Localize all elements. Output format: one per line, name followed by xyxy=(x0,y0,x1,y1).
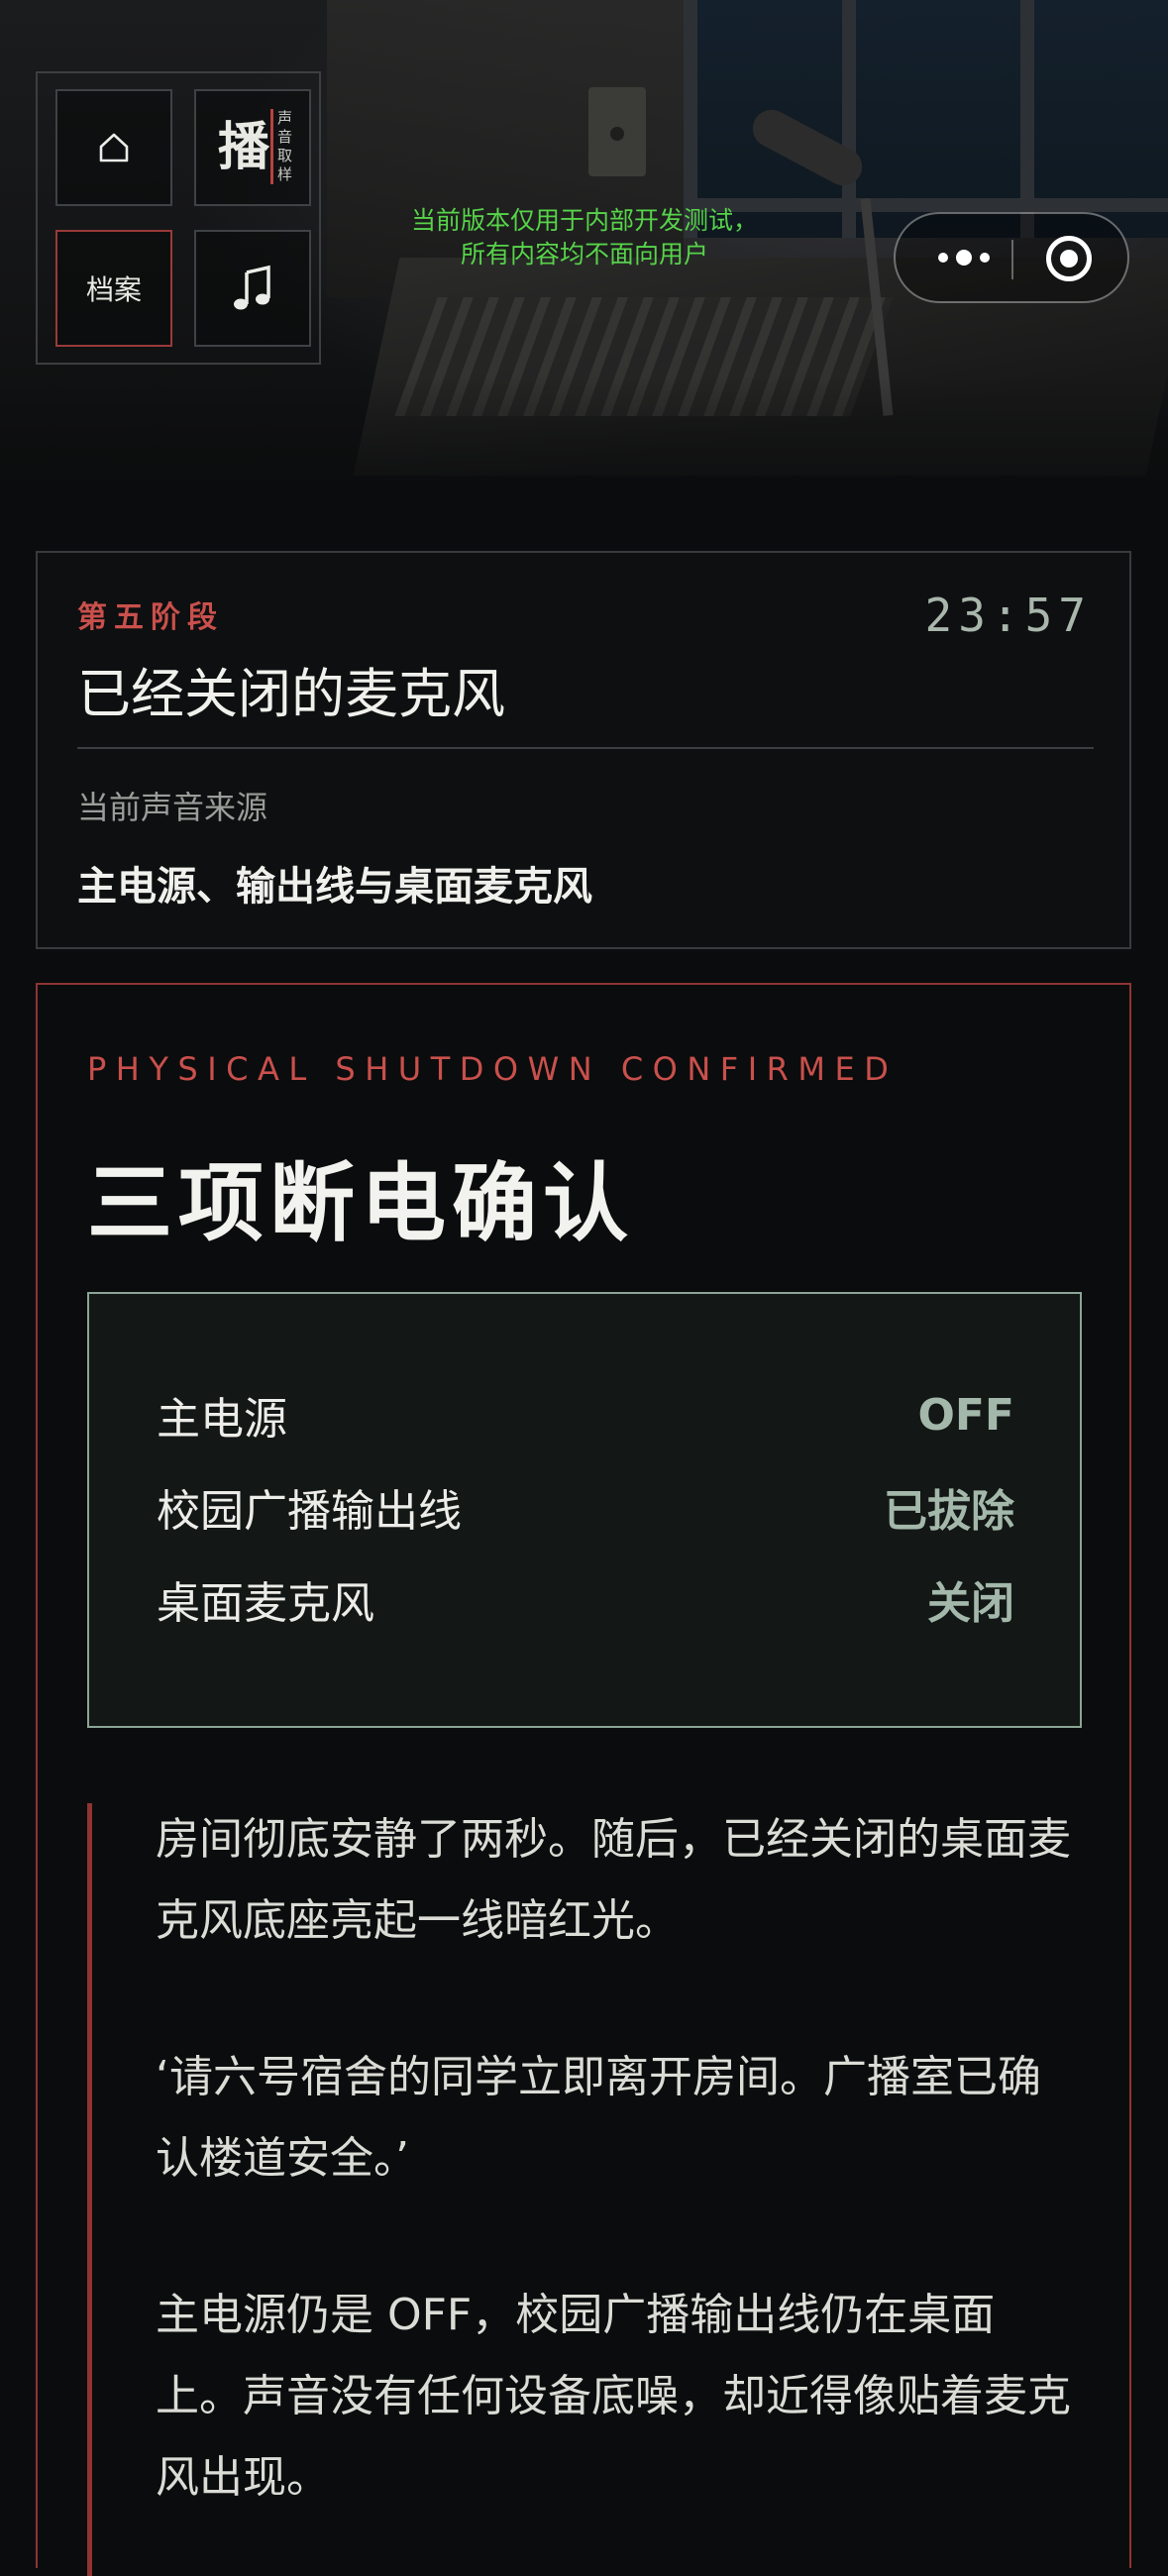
confirm-eyebrow: PHYSICAL SHUTDOWN CONFIRMED xyxy=(87,1050,899,1088)
source-label: 当前声音来源 xyxy=(77,789,268,826)
nav-home-button[interactable] xyxy=(55,89,172,206)
nav-grid: 播 声音取样 档案 xyxy=(36,71,321,365)
stage-tag: 第五阶段 xyxy=(77,600,224,635)
dev-notice-line2: 所有内容均不面向用户 xyxy=(460,240,708,268)
dev-notice-line1: 当前版本仅用于内部开发测试， xyxy=(410,206,758,235)
story-paragraph-1: 房间彻底安静了两秒。随后，已经关闭的桌面麦克风底座亮起一线暗红光。 xyxy=(156,1814,1071,1946)
confirm-title: 三项断电确认 xyxy=(87,1154,634,1253)
status-value: OFF xyxy=(917,1389,1014,1441)
capsule-divider xyxy=(1011,240,1013,279)
status-box: 主电源 OFF 校园广播输出线 已拔除 桌面麦克风 关闭 xyxy=(87,1292,1082,1728)
broadcast-sublabel: 声音取样 xyxy=(270,109,299,184)
status-row-desk-mic: 桌面麦克风 关闭 xyxy=(157,1569,1014,1629)
dev-notice: 当前版本仅用于内部开发测试， 所有内容均不面向用户 xyxy=(357,204,812,271)
stage-title: 已经关闭的麦克风 xyxy=(77,663,505,725)
stage-time: 23:57 xyxy=(924,589,1092,642)
confirm-card: PHYSICAL SHUTDOWN CONFIRMED 三项断电确认 主电源 O… xyxy=(36,983,1131,2576)
capsule-menu xyxy=(894,212,1129,303)
stage-card: 第五阶段 23:57 已经关闭的麦克风 当前声音来源 主电源、输出线与桌面麦克风 xyxy=(36,551,1131,949)
more-dots-icon[interactable] xyxy=(923,236,1005,279)
nav-broadcast-button[interactable]: 播 声音取样 xyxy=(194,89,311,206)
status-row-main-power: 主电源 OFF xyxy=(157,1385,1014,1446)
archive-label: 档案 xyxy=(85,273,142,306)
home-icon xyxy=(99,133,129,162)
source-value: 主电源、输出线与桌面麦克风 xyxy=(77,864,592,910)
status-value: 关闭 xyxy=(927,1578,1014,1629)
nav-archive-button[interactable]: 档案 xyxy=(55,230,172,347)
broadcast-label: 播 xyxy=(217,118,269,177)
stage-divider xyxy=(77,747,1094,749)
status-row-output-line: 校园广播输出线 已拔除 xyxy=(157,1477,1014,1537)
status-key: 主电源 xyxy=(157,1394,287,1445)
status-key: 桌面麦克风 xyxy=(157,1578,374,1629)
nav-music-button[interactable] xyxy=(194,230,311,347)
music-note-icon xyxy=(234,265,270,310)
close-target-icon[interactable] xyxy=(1046,236,1092,281)
story-paragraph-3: 主电源仍是 OFF，校园广播输出线仍在桌面上。声音没有任何设备底噪，却近得像贴着… xyxy=(156,2290,1071,2503)
wall-switch xyxy=(588,87,646,176)
story-block: 房间彻底安静了两秒。随后，已经关闭的桌面麦克风底座亮起一线暗红光。 ‘请六号宿舍… xyxy=(87,1803,1088,2576)
story-paragraph-2: ‘请六号宿舍的同学立即离开房间。广播室已确认楼道安全。’ xyxy=(156,2052,1041,2184)
status-key: 校园广播输出线 xyxy=(157,1486,462,1537)
hero-fade xyxy=(0,376,1168,535)
status-value: 已拔除 xyxy=(884,1486,1014,1537)
